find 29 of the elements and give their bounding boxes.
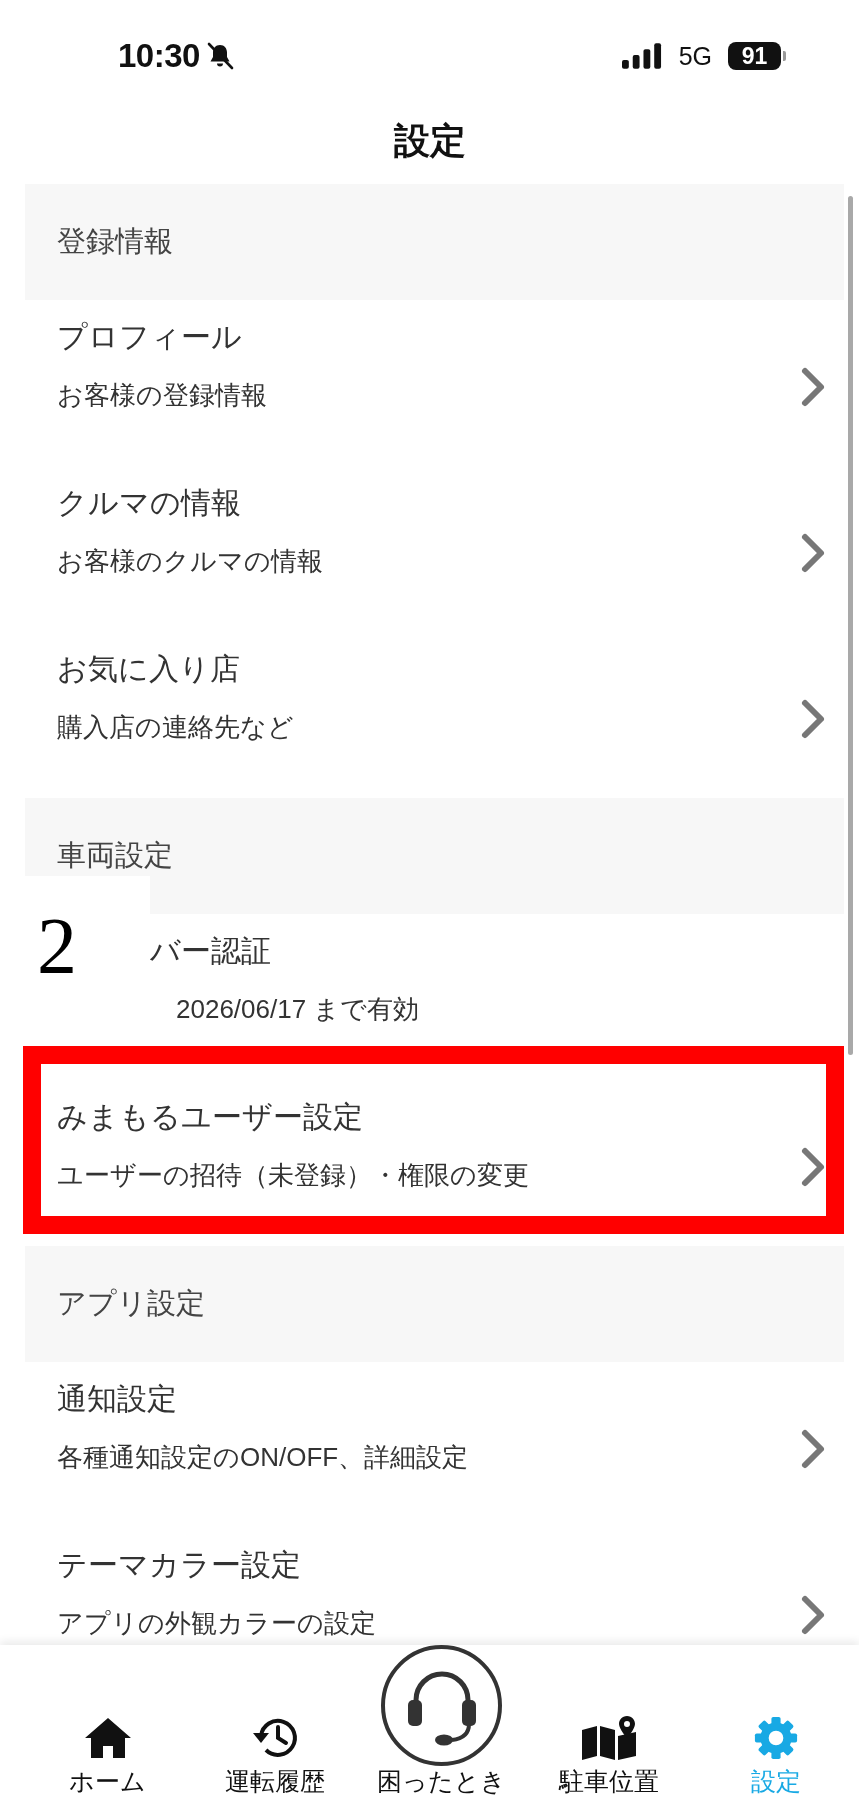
scrollbar-thumb[interactable]: [848, 196, 853, 1055]
chevron-icon: [800, 532, 826, 574]
chevron-icon: [800, 698, 826, 740]
status-time: 10:30: [118, 37, 200, 75]
battery-indicator: 91: [728, 42, 786, 70]
settings-row[interactable]: テーマカラー設定 アプリの外観カラーの設定: [25, 1528, 844, 1645]
section-header: 車両設定: [25, 798, 844, 914]
nav-tab[interactable]: 困ったとき: [358, 1645, 525, 1796]
settings-row[interactable]: お気に入り店 購入店の連絡先など: [25, 632, 844, 798]
network-type: 5G: [678, 41, 712, 71]
signal-icon: [621, 43, 663, 69]
home-icon: [83, 1716, 132, 1760]
map-pin-icon: [580, 1716, 637, 1760]
settings-row[interactable]: 通知設定 各種通知設定のON/OFF、詳細設定: [25, 1362, 844, 1528]
section-header: 登録情報: [25, 184, 844, 300]
chevron-icon: [800, 366, 826, 408]
settings-row[interactable]: みまもるユーザー設定 ユーザーの招待（未登録）・権限の変更: [25, 1080, 844, 1246]
nav-tab[interactable]: 駐車位置: [525, 1702, 692, 1796]
settings-row-text: バー認証 2026/06/17 まで有効: [150, 933, 421, 1026]
chevron-icon: [800, 1428, 826, 1470]
section-header: アプリ設定: [25, 1246, 844, 1362]
chevron-icon: [800, 1146, 826, 1188]
clock-history-icon: [250, 1716, 299, 1760]
chevron-icon: [800, 1594, 826, 1636]
settings-row[interactable]: プロフィール お客様の登録情報: [25, 300, 844, 466]
nav-tab[interactable]: ホーム: [24, 1702, 191, 1796]
settings-row[interactable]: クルマの情報 お客様のクルマの情報: [25, 466, 844, 632]
nav-tab[interactable]: 運転履歴: [191, 1702, 358, 1796]
page-title: 設定: [393, 118, 466, 163]
